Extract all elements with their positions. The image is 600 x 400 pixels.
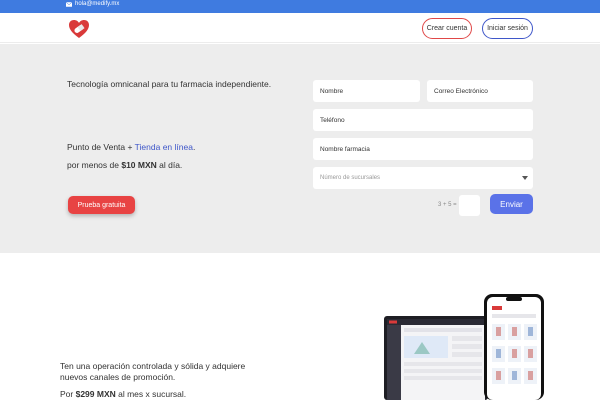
phone-mockup-image: [484, 294, 544, 400]
contact-email-text: hola@medify.mx: [75, 1, 120, 7]
hero-subtitle: Punto de Venta + Tienda en línea.: [67, 142, 195, 152]
section2-price: $299 MXN: [75, 389, 116, 399]
hero-subtitle-suffix: .: [192, 142, 196, 152]
envelope-icon: [66, 1, 72, 7]
top-bar: hola@medify.mx: [0, 0, 600, 13]
section2-description: Ten una operación controlada y sólida y …: [60, 361, 246, 382]
section2-price-prefix: Por: [60, 389, 76, 399]
pharmacy-name-field[interactable]: Nombre farmacia: [313, 138, 533, 160]
branches-select-placeholder: Número de sucursales: [320, 175, 381, 181]
hero-price-line: por menos de $10 MXN al día.: [67, 160, 182, 170]
free-trial-button[interactable]: Prueba gratuita: [68, 196, 135, 214]
contact-email[interactable]: hola@medify.mx: [66, 1, 119, 7]
name-field[interactable]: Nombre: [313, 80, 420, 102]
laptop-mockup-image: [384, 316, 488, 400]
site-header: Crear cuenta Iniciar sesión: [0, 13, 600, 43]
branches-select[interactable]: Número de sucursales: [313, 167, 533, 189]
chevron-down-icon: [522, 176, 528, 180]
hero-section: Tecnología omnicanal para tu farmacia in…: [0, 44, 600, 253]
phone-field[interactable]: Teléfono: [313, 109, 533, 131]
hero-title: Tecnología omnicanal para tu farmacia in…: [67, 79, 272, 89]
hero-subtitle-prefix: Punto de Venta +: [67, 142, 135, 152]
section2-price-line: Por $299 MXN al mes x sucursal.: [60, 389, 186, 399]
heart-pill-logo[interactable]: [68, 19, 90, 39]
captcha-input[interactable]: [459, 195, 480, 216]
login-button[interactable]: Iniciar sesión: [482, 18, 533, 39]
hero-price-prefix: por menos de: [67, 160, 122, 170]
hero-price-suffix: al día.: [156, 160, 183, 170]
create-account-button[interactable]: Crear cuenta: [422, 18, 472, 39]
email-field[interactable]: Correo Electrónico: [427, 80, 533, 102]
section2-price-suffix: al mes x sucursal.: [115, 389, 187, 399]
hero-price: $10 MXN: [121, 160, 157, 170]
submit-button[interactable]: Enviar: [490, 194, 533, 214]
online-store-link[interactable]: Tienda en línea: [135, 142, 193, 152]
captcha-question: 3 + 5 =: [438, 202, 457, 208]
